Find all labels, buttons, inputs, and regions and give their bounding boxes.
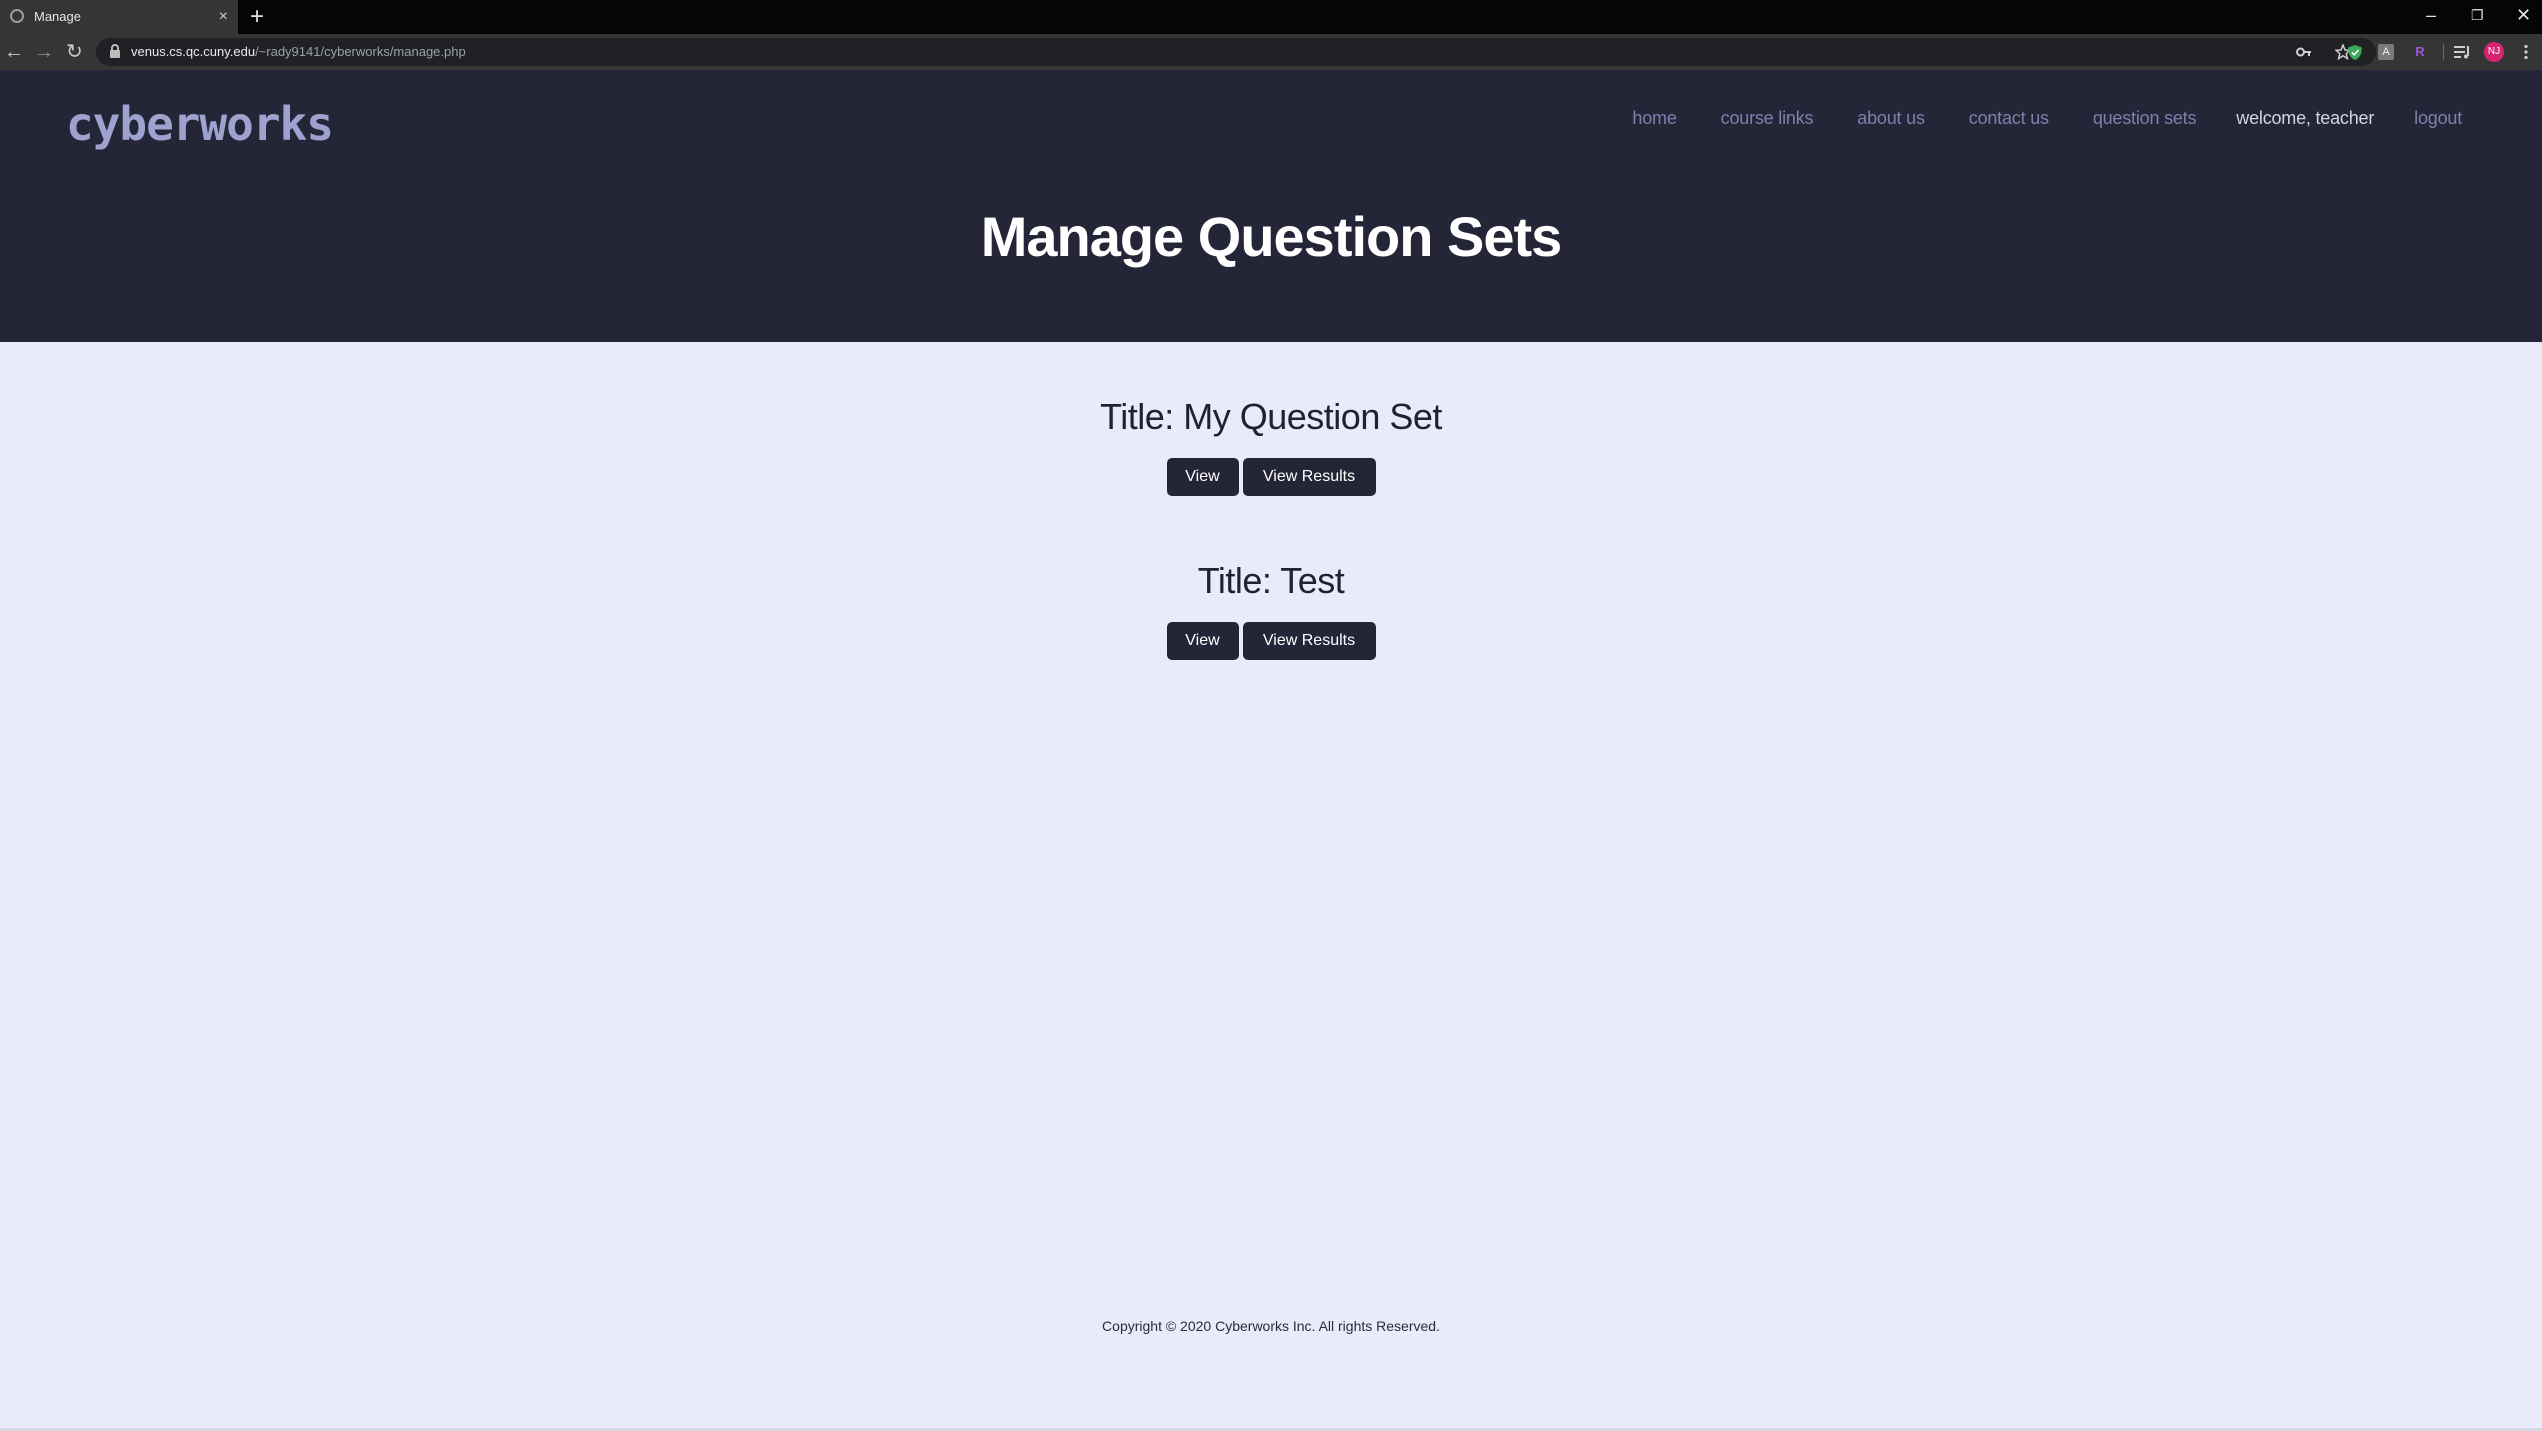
extension-a-icon[interactable]: A [2378, 44, 2394, 60]
view-results-button[interactable]: View Results [1242, 622, 1376, 660]
reload-icon[interactable]: ↻ [66, 34, 83, 70]
nav-course-links[interactable]: course links [1721, 104, 1814, 132]
nav-about-us[interactable]: about us [1857, 104, 1925, 132]
url-text: venus.cs.qc.cuny.edu/~rady9141/cyberwork… [131, 44, 466, 59]
avatar[interactable]: NJ [2484, 42, 2504, 62]
shield-extension-icon[interactable] [2347, 44, 2363, 61]
key-icon[interactable] [2296, 45, 2312, 59]
tab-close-icon[interactable]: × [219, 0, 228, 34]
site-nav: home course links about us contact us qu… [1588, 104, 2462, 132]
new-tab-icon[interactable]: + [250, 0, 264, 34]
view-button[interactable]: View [1166, 622, 1239, 660]
view-results-button[interactable]: View Results [1242, 458, 1376, 496]
cyberworks-logo[interactable]: cyberworks [66, 96, 356, 152]
globe-icon [10, 9, 24, 23]
extension-r-icon[interactable]: R [2412, 44, 2428, 60]
forward-icon[interactable]: → [34, 34, 54, 70]
question-set-actions: View View Results [0, 622, 2542, 660]
kebab-menu-icon[interactable] [2523, 44, 2529, 60]
toolbar-divider [2443, 44, 2444, 60]
nav-home[interactable]: home [1632, 104, 1676, 132]
nav-contact-us[interactable]: contact us [1969, 104, 2049, 132]
page-title: Manage Question Sets [980, 205, 1563, 268]
address-bar[interactable]: venus.cs.qc.cuny.edu/~rady9141/cyberwork… [96, 38, 2376, 66]
question-set-title: Title: My Question Set [1100, 396, 1442, 437]
window-close-icon[interactable]: ✕ [2516, 0, 2531, 30]
question-set-actions: View View Results [0, 458, 2542, 496]
question-set-title: Title: Test [1197, 560, 1345, 601]
media-queue-icon[interactable] [2453, 45, 2471, 59]
tab-title: Manage [34, 9, 81, 24]
back-icon[interactable]: ← [4, 34, 24, 70]
restore-icon[interactable]: ❐ [2471, 0, 2484, 30]
lock-icon [110, 44, 120, 58]
browser-toolbar: ← → ↻ venus.cs.qc.cuny.edu/~rady9141/cyb… [0, 34, 2542, 70]
nav-welcome-user[interactable]: welcome, teacher [2236, 104, 2374, 132]
question-set-item: Title: Test View View Results [0, 560, 2542, 660]
browser-tab-strip: Manage × + – ❐ ✕ [0, 0, 2542, 34]
svg-text:cyberworks: cyberworks [66, 97, 333, 151]
minimize-icon[interactable]: – [2426, 0, 2436, 30]
question-set-item: Title: My Question Set View View Results [0, 396, 2542, 496]
nav-question-sets[interactable]: question sets [2093, 104, 2197, 132]
footer-copyright: Copyright © 2020 Cyberworks Inc. All rig… [1102, 1318, 1440, 1334]
view-button[interactable]: View [1166, 458, 1239, 496]
site-header: cyberworks home course links about us co… [0, 70, 2542, 342]
browser-tab[interactable]: Manage × [0, 0, 238, 34]
nav-logout[interactable]: logout [2414, 104, 2462, 132]
